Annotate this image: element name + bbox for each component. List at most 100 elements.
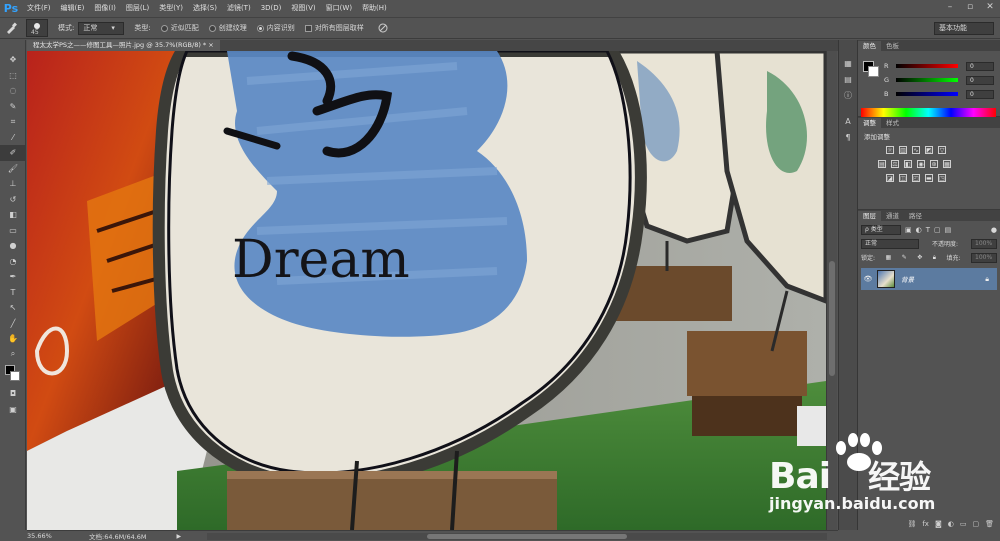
- maximize-button[interactable]: ▫: [964, 2, 976, 13]
- zoom-level[interactable]: 35.66%: [27, 532, 61, 540]
- dodge-tool-icon[interactable]: ◔: [0, 254, 26, 270]
- folder-icon[interactable]: ▭: [960, 520, 967, 532]
- opacity-input[interactable]: 100%: [971, 238, 997, 249]
- document-canvas[interactable]: Dream: [27, 51, 826, 530]
- pen-tool-icon[interactable]: ✒: [0, 269, 26, 285]
- g-slider[interactable]: [896, 78, 958, 82]
- menu-select[interactable]: 选择(S): [188, 0, 222, 16]
- menu-edit[interactable]: 编辑(E): [56, 0, 90, 16]
- color-swatches[interactable]: [0, 362, 26, 386]
- tab-channels[interactable]: 通道: [881, 211, 904, 221]
- eraser-tool-icon[interactable]: ◧: [0, 207, 26, 223]
- color-panel-background-swatch[interactable]: [868, 66, 879, 77]
- mode-select[interactable]: 正常 ▾: [78, 21, 125, 35]
- workspace-select[interactable]: 基本功能: [934, 22, 994, 35]
- invert-icon[interactable]: ◪: [886, 174, 894, 182]
- b-slider[interactable]: [896, 92, 958, 96]
- lock-position-icon[interactable]: ✥: [917, 254, 922, 261]
- filter-toggle-icon[interactable]: ●: [991, 226, 997, 234]
- menu-window[interactable]: 窗口(W): [321, 0, 357, 16]
- eye-icon[interactable]: 👁︎: [861, 275, 875, 283]
- exposure-icon[interactable]: ◩: [925, 146, 933, 154]
- new-layer-icon[interactable]: ▢: [972, 520, 979, 532]
- lock-pixels-icon[interactable]: ▦: [886, 254, 892, 261]
- tab-adjustments[interactable]: 调整: [858, 118, 881, 128]
- radio-create-texture[interactable]: 创建纹理: [208, 23, 247, 33]
- color-lookup-icon[interactable]: ▦: [943, 160, 951, 168]
- brush-tool-icon[interactable]: 🖌︎: [0, 161, 26, 177]
- properties-panel-icon[interactable]: ▤: [839, 72, 857, 86]
- zoom-tool-icon[interactable]: ⌕: [0, 347, 26, 363]
- menu-file[interactable]: 文件(F): [22, 0, 56, 16]
- menu-filter[interactable]: 滤镜(T): [222, 0, 256, 16]
- spot-healing-tool-icon[interactable]: ✐: [0, 145, 26, 161]
- menu-help[interactable]: 帮助(H): [357, 0, 392, 16]
- clone-stamp-tool-icon[interactable]: ⊥: [0, 176, 26, 192]
- move-tool-icon[interactable]: ✥: [0, 52, 26, 68]
- quick-select-tool-icon[interactable]: ✎: [0, 99, 26, 115]
- adjustment-layer-icon[interactable]: ◐: [948, 520, 954, 532]
- radio-proximity-match[interactable]: 近似匹配: [160, 23, 199, 33]
- hue-saturation-icon[interactable]: ▤: [878, 160, 886, 168]
- blend-mode-select[interactable]: 正常: [861, 238, 919, 249]
- levels-icon[interactable]: ▥: [899, 146, 907, 154]
- hand-tool-icon[interactable]: ✋: [0, 331, 26, 347]
- history-panel-icon[interactable]: ▦: [839, 56, 857, 70]
- tab-styles[interactable]: 样式: [881, 118, 904, 128]
- path-select-tool-icon[interactable]: ↖: [0, 300, 26, 316]
- tab-layers[interactable]: 图层: [858, 211, 881, 221]
- type-tool-icon[interactable]: T: [0, 285, 26, 301]
- filter-shape-icon[interactable]: ▢: [934, 226, 941, 234]
- brush-size-picker[interactable]: 45: [26, 19, 48, 37]
- gradient-map-icon[interactable]: ▬: [925, 174, 933, 182]
- g-value-input[interactable]: 0: [966, 75, 994, 85]
- menu-type[interactable]: 类型(Y): [154, 0, 188, 16]
- b-value-input[interactable]: 0: [966, 89, 994, 99]
- selective-color-icon[interactable]: ◳: [938, 174, 946, 182]
- pressure-size-icon[interactable]: [372, 19, 394, 37]
- layer-name[interactable]: 背景: [901, 274, 914, 284]
- radio-content-aware[interactable]: 内容识别: [256, 23, 295, 33]
- tab-color[interactable]: 颜色: [858, 41, 881, 51]
- line-tool-icon[interactable]: ╱: [0, 316, 26, 332]
- layer-kind-filter[interactable]: ρ 类型: [861, 224, 901, 235]
- r-value-input[interactable]: 0: [966, 61, 994, 71]
- posterize-icon[interactable]: ◫: [899, 174, 907, 182]
- background-color-swatch[interactable]: [10, 371, 20, 381]
- info-panel-icon[interactable]: ⓘ: [839, 88, 857, 102]
- menu-image[interactable]: 图像(I): [89, 0, 121, 16]
- filter-adjust-icon[interactable]: ◐: [916, 226, 922, 234]
- vertical-scrollbar[interactable]: [826, 51, 837, 530]
- eyedropper-tool-icon[interactable]: ⁄: [0, 130, 26, 146]
- gradient-tool-icon[interactable]: ▭: [0, 223, 26, 239]
- color-balance-icon[interactable]: ⚖: [891, 160, 899, 168]
- vibrance-icon[interactable]: ▽: [938, 146, 946, 154]
- paragraph-panel-icon[interactable]: ¶: [839, 130, 857, 144]
- close-button[interactable]: ✕: [984, 2, 996, 13]
- tab-paths[interactable]: 路径: [904, 211, 927, 221]
- color-spectrum[interactable]: [861, 108, 996, 117]
- menu-view[interactable]: 视图(V): [286, 0, 320, 16]
- trash-icon[interactable]: 🗑︎: [985, 520, 994, 532]
- layer-row-background[interactable]: 👁︎ 背景 🔒︎: [861, 268, 997, 290]
- screen-mode-icon[interactable]: ▣: [0, 402, 26, 418]
- photo-filter-icon[interactable]: ◉: [917, 160, 925, 168]
- spot-healing-brush-icon[interactable]: [0, 19, 22, 37]
- horizontal-scrollbar[interactable]: [207, 533, 827, 540]
- lock-all-icon[interactable]: 🔒︎: [933, 254, 936, 262]
- threshold-icon[interactable]: ◰: [912, 174, 920, 182]
- status-menu-arrow-icon[interactable]: ▶: [177, 533, 182, 540]
- vertical-scroll-thumb[interactable]: [829, 261, 835, 376]
- fx-icon[interactable]: fx: [922, 520, 929, 532]
- mask-icon[interactable]: ◙: [935, 520, 942, 532]
- lasso-tool-icon[interactable]: ◌: [0, 83, 26, 99]
- curves-icon[interactable]: ∿: [912, 146, 920, 154]
- horizontal-scroll-thumb[interactable]: [427, 534, 627, 539]
- brightness-icon[interactable]: ☼: [886, 146, 894, 154]
- history-brush-tool-icon[interactable]: ↺: [0, 192, 26, 208]
- filter-smart-icon[interactable]: ▤: [945, 226, 952, 234]
- quick-mask-icon[interactable]: ◘: [0, 386, 26, 402]
- fill-input[interactable]: 100%: [971, 252, 997, 263]
- marquee-tool-icon[interactable]: ⬚: [0, 68, 26, 84]
- tab-swatches[interactable]: 色板: [881, 41, 904, 51]
